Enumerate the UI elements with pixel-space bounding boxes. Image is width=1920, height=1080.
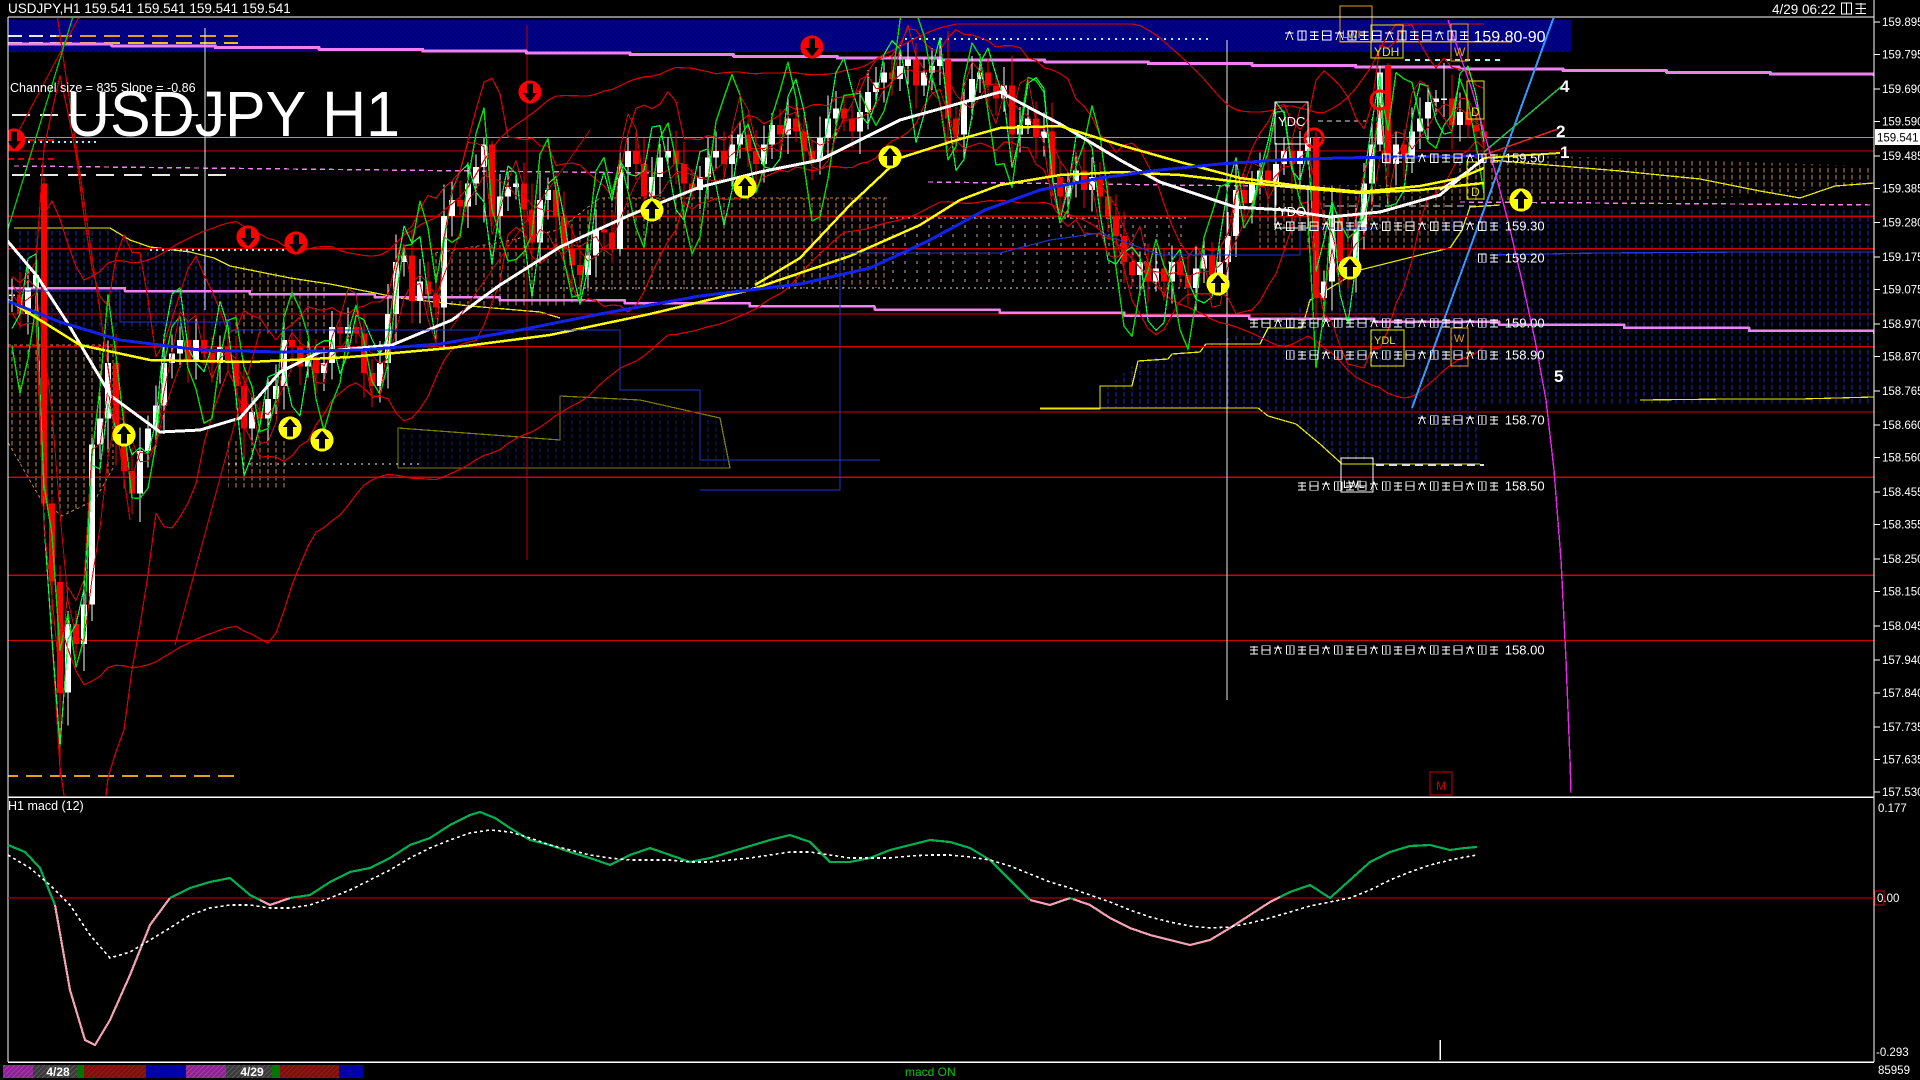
svg-text:LWL: LWL — [1343, 479, 1365, 491]
svg-text:W: W — [1454, 45, 1466, 59]
svg-text:0.00: 0.00 — [1877, 893, 1899, 905]
svg-text:Channel size = 835 Slope = -0: Channel size = 835 Slope = -0.86 — [10, 81, 196, 95]
svg-text:D: D — [1471, 185, 1480, 199]
svg-text:0.177: 0.177 — [1878, 803, 1907, 815]
svg-text:macd ON: macd ON — [905, 1065, 956, 1079]
svg-text:157.735: 157.735 — [1882, 722, 1920, 734]
svg-text:157.635: 157.635 — [1882, 755, 1920, 767]
svg-text:YDL: YDL — [1374, 335, 1395, 347]
svg-text:158.70: 158.70 — [1505, 412, 1545, 427]
svg-text:158.870: 158.870 — [1882, 352, 1920, 364]
svg-text:4: 4 — [1560, 77, 1570, 96]
svg-text:USDJPY,H1 159.541 159.541 159: USDJPY,H1 159.541 159.541 159.541 159.54… — [8, 1, 291, 16]
svg-text:158.560: 158.560 — [1882, 453, 1920, 465]
svg-text:4/28: 4/28 — [46, 1065, 70, 1079]
svg-text:158.765: 158.765 — [1882, 386, 1920, 398]
svg-text:W: W — [1454, 333, 1465, 345]
svg-text:YDO: YDO — [1278, 204, 1306, 219]
svg-text:159.80-90: 159.80-90 — [1474, 29, 1546, 46]
svg-text:158.50: 158.50 — [1505, 478, 1545, 493]
svg-text:159.075: 159.075 — [1882, 285, 1920, 297]
svg-text:158.250: 158.250 — [1882, 554, 1920, 566]
svg-text:159.50: 159.50 — [1505, 150, 1545, 165]
svg-text:H1 macd (12): H1 macd (12) — [8, 799, 84, 813]
svg-text:D: D — [1471, 105, 1480, 119]
svg-text:158.355: 158.355 — [1882, 520, 1920, 532]
svg-text:159.690: 159.690 — [1882, 84, 1920, 96]
svg-text:159.20: 159.20 — [1505, 250, 1545, 265]
svg-text:159.895: 159.895 — [1882, 17, 1920, 29]
svg-text:158.90: 158.90 — [1505, 347, 1545, 362]
svg-text:1: 1 — [1560, 143, 1569, 162]
svg-text:2: 2 — [1556, 122, 1565, 141]
svg-text:158.455: 158.455 — [1882, 487, 1920, 499]
svg-text:4/29 06:22: 4/29 06:22 — [1772, 2, 1836, 17]
svg-text:85959: 85959 — [1878, 1065, 1910, 1077]
svg-text:159.590: 159.590 — [1882, 117, 1920, 129]
svg-text:159.541: 159.541 — [1877, 133, 1919, 145]
svg-text:158.00: 158.00 — [1505, 642, 1545, 657]
svg-text:YDH: YDH — [1374, 45, 1399, 59]
svg-text:M: M — [1436, 779, 1446, 793]
svg-text:-0.293: -0.293 — [1876, 1047, 1909, 1059]
svg-text:5: 5 — [1554, 367, 1563, 386]
svg-text:158.970: 158.970 — [1882, 319, 1920, 331]
svg-text:159.30: 159.30 — [1505, 218, 1545, 233]
svg-text:158.150: 158.150 — [1882, 587, 1920, 599]
svg-text:158.660: 158.660 — [1882, 420, 1920, 432]
svg-text:4/29: 4/29 — [240, 1065, 264, 1079]
svg-text:159.280: 159.280 — [1882, 218, 1920, 230]
svg-text:157.530: 157.530 — [1882, 787, 1920, 799]
svg-text:YDC: YDC — [1278, 114, 1305, 129]
svg-text:159.385: 159.385 — [1882, 184, 1920, 196]
svg-text:158.045: 158.045 — [1882, 621, 1920, 633]
svg-text:159.795: 159.795 — [1882, 50, 1920, 62]
svg-text:159.485: 159.485 — [1882, 151, 1920, 163]
svg-text:159.00: 159.00 — [1505, 315, 1545, 330]
svg-text:157.940: 157.940 — [1882, 655, 1920, 667]
svg-text:159.175: 159.175 — [1882, 252, 1920, 264]
svg-text:157.840: 157.840 — [1882, 688, 1920, 700]
